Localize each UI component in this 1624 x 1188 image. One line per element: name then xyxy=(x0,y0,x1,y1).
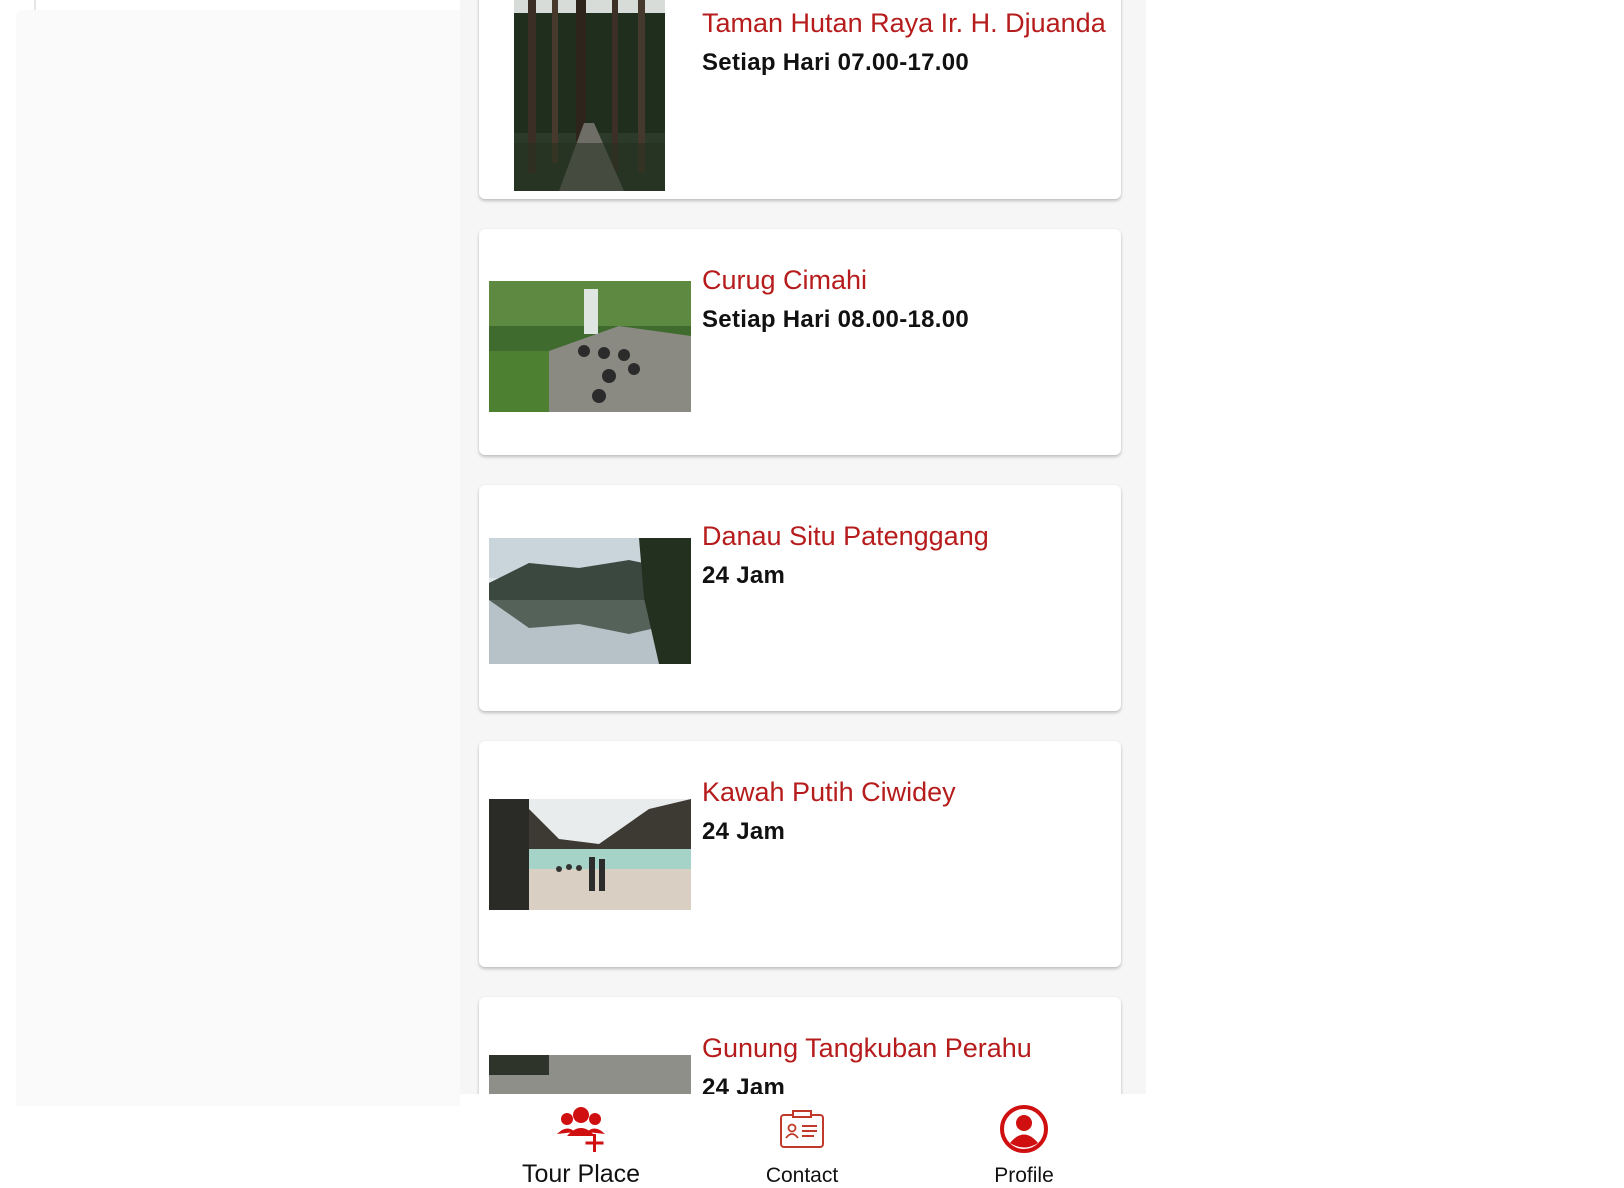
list-item[interactable]: Taman Hutan Raya Ir. H. Djuanda Setiap H… xyxy=(479,0,1121,199)
nav-tour-place-label: Tour Place xyxy=(521,1160,641,1188)
place-opening-hours: 24 Jam xyxy=(702,1074,786,1094)
place-opening-hours: 24 Jam xyxy=(702,818,786,845)
bottom-navigation: Tour Place Contact Profile xyxy=(460,1094,1146,1188)
contact-card-icon xyxy=(780,1110,824,1148)
place-photo-crater xyxy=(489,799,691,910)
place-opening-hours: Setiap Hari 08.00-18.00 xyxy=(702,306,970,333)
nav-profile[interactable]: Profile xyxy=(902,1094,1146,1188)
place-name: Curug Cimahi xyxy=(702,265,868,295)
place-opening-hours: 24 Jam xyxy=(702,562,786,589)
place-name: Taman Hutan Raya Ir. H. Djuanda xyxy=(702,8,1106,38)
nav-contact-label: Contact xyxy=(765,1164,839,1187)
app-screen: Taman Hutan Raya Ir. H. Djuanda Setiap H… xyxy=(460,0,1146,1188)
place-name: Danau Situ Patenggang xyxy=(702,521,989,551)
add-group-icon xyxy=(557,1107,605,1152)
place-photo-lake xyxy=(489,538,691,664)
list-item[interactable]: Gunung Tangkuban Perahu 24 Jam xyxy=(479,997,1121,1094)
nav-tour-place[interactable]: Tour Place xyxy=(460,1094,702,1188)
list-item[interactable]: Kawah Putih Ciwidey 24 Jam xyxy=(479,741,1121,967)
left-blank-panel xyxy=(16,0,460,1106)
place-photo-forest xyxy=(514,0,665,191)
place-photo-mountain xyxy=(489,1055,691,1094)
place-photo-waterfall xyxy=(489,281,691,412)
nav-contact[interactable]: Contact xyxy=(702,1094,902,1188)
list-item[interactable]: Danau Situ Patenggang 24 Jam xyxy=(479,485,1121,711)
list-item[interactable]: Curug Cimahi Setiap Hari 08.00-18.00 xyxy=(479,229,1121,455)
profile-user-icon xyxy=(1000,1105,1048,1153)
tour-place-list[interactable]: Taman Hutan Raya Ir. H. Djuanda Setiap H… xyxy=(460,0,1146,1094)
place-name: Kawah Putih Ciwidey xyxy=(702,777,956,807)
place-opening-hours: Setiap Hari 07.00-17.00 xyxy=(702,49,970,76)
place-name: Gunung Tangkuban Perahu xyxy=(702,1033,1032,1063)
nav-profile-label: Profile xyxy=(994,1164,1054,1187)
